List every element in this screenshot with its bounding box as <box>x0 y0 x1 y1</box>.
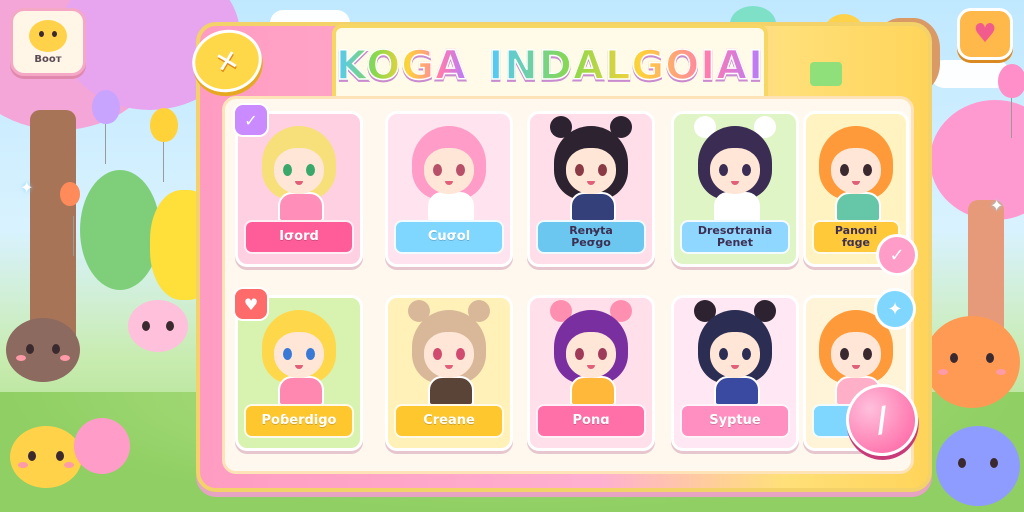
check-side-button[interactable]: ✓ <box>876 234 918 276</box>
character-card[interactable]: Syptue <box>671 295 799 451</box>
heart-icon: ♥ <box>973 19 997 49</box>
sparkle-icon: ✦ <box>990 196 1004 215</box>
chibi-avatar <box>694 300 776 406</box>
envelope-icon <box>810 62 842 86</box>
pen-icon: / <box>872 399 892 441</box>
close-icon: ✕ <box>211 42 243 80</box>
character-name: Dresσtrania Penet <box>680 220 790 254</box>
chibi-avatar <box>262 310 336 406</box>
character-card[interactable]: Cuσol <box>385 111 513 267</box>
character-name: Creane <box>394 404 504 438</box>
title-left-word: KOGA <box>335 42 467 90</box>
cat-critter <box>6 318 80 382</box>
heart-badge-icon: ♥ <box>233 287 269 321</box>
chibi-avatar <box>262 126 336 222</box>
check-badge-icon: ✓ <box>233 103 269 137</box>
balloon <box>150 108 178 182</box>
sparkle-icon: ✦ <box>20 178 34 197</box>
chibi-avatar <box>694 116 776 222</box>
favorites-button[interactable]: ♥ <box>957 8 1013 60</box>
balloon <box>92 90 120 164</box>
character-portrait <box>674 298 796 410</box>
character-card[interactable]: Creane <box>385 295 513 451</box>
character-portrait <box>530 114 652 226</box>
star-side-button[interactable]: ✦ <box>874 288 916 330</box>
balloon <box>998 64 1024 138</box>
check-icon: ✓ <box>889 244 905 266</box>
tree-crown <box>80 170 160 290</box>
character-select-panel: ✕ KOGA INDALGOIAI Iσord ✓ Cuσol Reny̶ta Peσ… <box>185 22 932 492</box>
balloon <box>60 182 80 256</box>
character-portrait <box>674 114 796 226</box>
character-portrait <box>530 298 652 410</box>
character-portrait <box>806 114 906 226</box>
chibi-avatar <box>550 116 632 222</box>
chibi-avatar <box>819 126 893 222</box>
chick-icon <box>29 19 67 52</box>
blob-critter <box>74 418 130 474</box>
character-name: Cuσol <box>394 220 504 254</box>
character-name: Reny̶ta Peσgo <box>536 220 646 254</box>
character-portrait <box>388 298 510 410</box>
close-button[interactable]: ✕ <box>185 22 269 100</box>
character-name: Poɓerdigo <box>244 404 354 438</box>
chibi-avatar <box>550 300 632 406</box>
character-card[interactable]: Ponɑ <box>527 295 655 451</box>
blue-cat-critter <box>936 426 1020 506</box>
character-name: Ponɑ <box>536 404 646 438</box>
chibi-avatar <box>408 300 490 406</box>
character-portrait <box>388 114 510 226</box>
character-name: Iσord <box>244 220 354 254</box>
tree-trunk <box>30 110 76 350</box>
character-name: Syptue <box>680 404 790 438</box>
back-button[interactable]: Booᴛ <box>10 8 86 76</box>
character-grid: Iσord ✓ Cuσol Reny̶ta Peσgo Dresσtrania Pene… <box>222 96 914 474</box>
fox-critter <box>924 316 1020 408</box>
chick-critter <box>10 426 82 488</box>
chibi-avatar <box>412 126 486 222</box>
star-icon: ✦ <box>887 298 903 320</box>
character-card[interactable]: Reny̶ta Peσgo <box>527 111 655 267</box>
character-card[interactable]: Dresσtrania Penet <box>671 111 799 267</box>
title-right-word: INDALGOIAI <box>488 42 764 90</box>
bunny-critter <box>128 300 188 352</box>
back-button-label: Booᴛ <box>34 53 62 65</box>
